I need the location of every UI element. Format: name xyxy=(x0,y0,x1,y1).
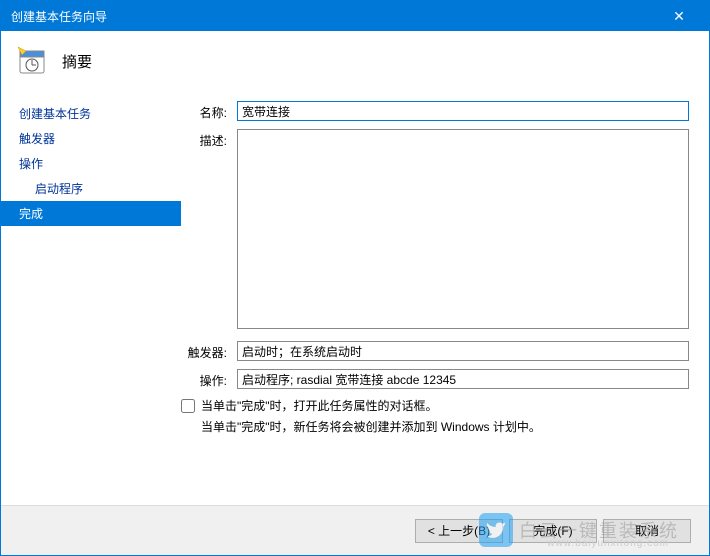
action-label: 操作: xyxy=(181,369,237,389)
wizard-sidebar: 创建基本任务触发器操作启动程序完成 xyxy=(1,91,181,491)
name-label: 名称: xyxy=(181,101,237,121)
cancel-button[interactable]: 取消 xyxy=(603,519,691,543)
action-value xyxy=(237,369,689,389)
page-title: 摘要 xyxy=(62,51,92,72)
sidebar-item-3[interactable]: 启动程序 xyxy=(1,176,181,201)
sidebar-item-2[interactable]: 操作 xyxy=(1,151,181,176)
trigger-value xyxy=(237,341,689,361)
window-title: 创建基本任务向导 xyxy=(11,8,659,25)
back-button[interactable]: < 上一步(B) xyxy=(415,519,503,543)
trigger-label: 触发器: xyxy=(181,341,237,361)
description-label: 描述: xyxy=(181,129,237,149)
name-input[interactable] xyxy=(237,101,689,121)
sidebar-item-4[interactable]: 完成 xyxy=(1,201,181,226)
finish-info-text: 当单击"完成"时，新任务将会被创建并添加到 Windows 计划中。 xyxy=(181,418,689,435)
finish-button[interactable]: 完成(F) xyxy=(509,519,597,543)
open-properties-checkbox[interactable] xyxy=(181,399,195,413)
close-icon[interactable]: ✕ xyxy=(659,1,699,31)
wizard-icon xyxy=(16,45,48,77)
sidebar-item-0[interactable]: 创建基本任务 xyxy=(1,101,181,126)
description-input[interactable] xyxy=(237,129,689,329)
open-properties-label: 当单击"完成"时，打开此任务属性的对话框。 xyxy=(201,397,438,414)
sidebar-item-1[interactable]: 触发器 xyxy=(1,126,181,151)
